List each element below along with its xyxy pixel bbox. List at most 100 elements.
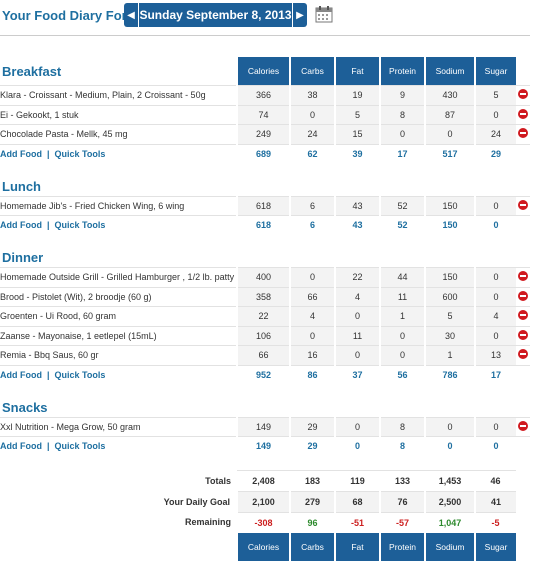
food-name[interactable]: Chocolade Pasta - Mellk, 45 mg xyxy=(0,124,237,144)
summary-value: -57 xyxy=(380,511,425,533)
food-name[interactable]: Ei - Gekookt, 1 stuk xyxy=(0,104,237,125)
nutrient-value: 5 xyxy=(424,306,475,326)
food-name[interactable]: Homemade Outside Grill - Grilled Hamburg… xyxy=(0,267,237,287)
food-name[interactable]: Remia - Bbq Saus, 60 gr xyxy=(0,345,237,365)
food-entry-row[interactable]: Groenten - Ui Rood, 60 gram 22 4 0 1 5 4 xyxy=(0,306,530,326)
food-name[interactable]: Homemade Jib's - Fried Chicken Wing, 6 w… xyxy=(0,195,237,216)
summary-value: -5 xyxy=(475,511,516,533)
summary-value: 1,453 xyxy=(425,469,475,491)
nutrient-value: 150 xyxy=(424,195,475,216)
summary-label: Your Daily Goal xyxy=(163,496,230,507)
food-entry-row[interactable]: Xxl Nutrition - Mega Grow, 50 gram 149 29 0… xyxy=(0,416,530,437)
food-entry-row[interactable]: Ei - Gekookt, 1 stuk 74 0 5 8 87 0 xyxy=(0,104,530,125)
nutrient-value: 0 xyxy=(474,416,516,437)
meal-name: Snacks xyxy=(0,398,237,418)
meal-total-value: 689 xyxy=(236,143,290,163)
column-header: Sodium xyxy=(424,532,475,561)
calendar-icon[interactable] xyxy=(315,5,333,23)
meal-total-value: 37 xyxy=(334,364,380,384)
nutrient-value: 149 xyxy=(236,416,290,437)
nutrient-value: 249 xyxy=(236,124,290,144)
add-food-link[interactable]: Add Food xyxy=(0,370,42,380)
quick-tools-link[interactable]: Quick Tools xyxy=(55,220,106,230)
nutrient-value: 0 xyxy=(474,286,516,307)
food-name[interactable]: Xxl Nutrition - Mega Grow, 50 gram xyxy=(0,416,237,437)
food-entry-row[interactable]: Chocolade Pasta - Mellk, 45 mg 249 24 15 0 0 2… xyxy=(0,124,530,144)
nutrient-value: 600 xyxy=(424,286,475,307)
add-food-link[interactable]: Add Food xyxy=(0,149,42,159)
summary-value: 2,500 xyxy=(424,490,475,512)
nutrient-value: 9 xyxy=(379,85,425,105)
column-header: Fat xyxy=(334,532,380,561)
nutrient-value: 74 xyxy=(236,104,290,125)
quick-tools-link[interactable]: Quick Tools xyxy=(55,149,106,159)
meal-total-value: 29 xyxy=(474,143,516,163)
meal-total-value: 149 xyxy=(236,436,290,456)
meal-header-row: Dinner xyxy=(0,248,530,268)
meal-header-row: Snacks xyxy=(0,398,530,418)
food-entry-row[interactable]: Remia - Bbq Saus, 60 gr 66 16 0 0 1 13 xyxy=(0,345,530,365)
nutrient-value: 0 xyxy=(379,124,425,144)
summary-value: 183 xyxy=(290,469,335,491)
nutrient-value: 52 xyxy=(379,195,425,216)
food-name[interactable]: Groenten - Ui Rood, 60 gram xyxy=(0,306,237,326)
nutrient-value: 44 xyxy=(379,267,425,287)
food-name[interactable]: Klara - Croissant - Medium, Plain, 2 Cro… xyxy=(0,85,237,105)
summary-value: -51 xyxy=(335,511,380,533)
delete-entry-icon[interactable] xyxy=(518,349,528,360)
meal-totals-row: Add Food | Quick Tools 689 62 39 17 517 29 xyxy=(0,143,530,163)
column-header: Sugar xyxy=(474,532,516,561)
nutrient-value: 430 xyxy=(424,85,475,105)
food-entry-row[interactable]: Homemade Jib's - Fried Chicken Wing, 6 w… xyxy=(0,195,530,216)
delete-entry-icon[interactable] xyxy=(518,271,528,282)
summary-value: 133 xyxy=(380,469,425,491)
nutrient-value: 4 xyxy=(334,286,380,307)
nutrient-value: 0 xyxy=(379,325,425,346)
link-separator: | xyxy=(47,220,50,231)
food-entry-row[interactable]: Klara - Croissant - Medium, Plain, 2 Cro… xyxy=(0,85,530,105)
food-name[interactable]: Zaanse - Mayonaise, 1 eetlepel (15mL) xyxy=(0,325,237,346)
summary-value: 68 xyxy=(334,490,380,512)
add-food-link[interactable]: Add Food xyxy=(0,441,42,451)
summary-label: Totals xyxy=(205,475,231,486)
meal-name: Lunch xyxy=(0,177,237,197)
nutrient-value: 0 xyxy=(474,104,516,125)
delete-entry-icon[interactable] xyxy=(518,108,528,119)
delete-entry-icon[interactable] xyxy=(518,329,528,340)
nutrient-value: 24 xyxy=(474,124,516,144)
food-name[interactable]: Brood - Pistolet (Wit), 2 broodje (60 g) xyxy=(0,286,237,307)
date-navigator: ◀ Sunday September 8, 2013 ▶ xyxy=(124,3,307,27)
food-entry-row[interactable]: Zaanse - Mayonaise, 1 eetlepel (15mL) 106… xyxy=(0,325,530,346)
nutrient-value: 0 xyxy=(474,325,516,346)
food-entry-row[interactable]: Brood - Pistolet (Wit), 2 broodje (60 g)… xyxy=(0,286,530,307)
nutrient-value: 5 xyxy=(334,104,380,125)
summary-goal-row: Your Daily Goal 2,100 279 68 76 2,500 41 xyxy=(0,490,530,512)
delete-entry-icon[interactable] xyxy=(518,199,528,210)
meal-total-value: 52 xyxy=(379,215,425,235)
quick-tools-link[interactable]: Quick Tools xyxy=(55,370,106,380)
add-food-link[interactable]: Add Food xyxy=(0,220,42,230)
delete-entry-icon[interactable] xyxy=(518,89,528,100)
nutrient-value: 0 xyxy=(289,104,335,125)
summary-value: 76 xyxy=(379,490,425,512)
quick-tools-link[interactable]: Quick Tools xyxy=(55,441,106,451)
meal-total-value: 29 xyxy=(289,436,335,456)
delete-entry-icon[interactable] xyxy=(518,128,528,139)
delete-entry-icon[interactable] xyxy=(518,420,528,431)
nutrient-value: 43 xyxy=(334,195,380,216)
chevron-right-icon[interactable]: ▶ xyxy=(293,3,307,27)
nutrient-value: 0 xyxy=(334,345,380,365)
nutrient-value: 400 xyxy=(236,267,290,287)
nutrient-value: 0 xyxy=(474,267,516,287)
summary-value: 2,100 xyxy=(236,490,290,512)
nutrient-value: 16 xyxy=(289,345,335,365)
nutrient-value: 11 xyxy=(379,286,425,307)
nutrient-value: 0 xyxy=(289,267,335,287)
delete-entry-icon[interactable] xyxy=(518,310,528,321)
delete-entry-icon[interactable] xyxy=(518,290,528,301)
meal-total-value: 43 xyxy=(334,215,380,235)
food-entry-row[interactable]: Homemade Outside Grill - Grilled Hamburg… xyxy=(0,267,530,287)
nutrient-value: 24 xyxy=(289,124,335,144)
chevron-left-icon[interactable]: ◀ xyxy=(124,3,138,27)
nutrient-value: 0 xyxy=(474,195,516,216)
